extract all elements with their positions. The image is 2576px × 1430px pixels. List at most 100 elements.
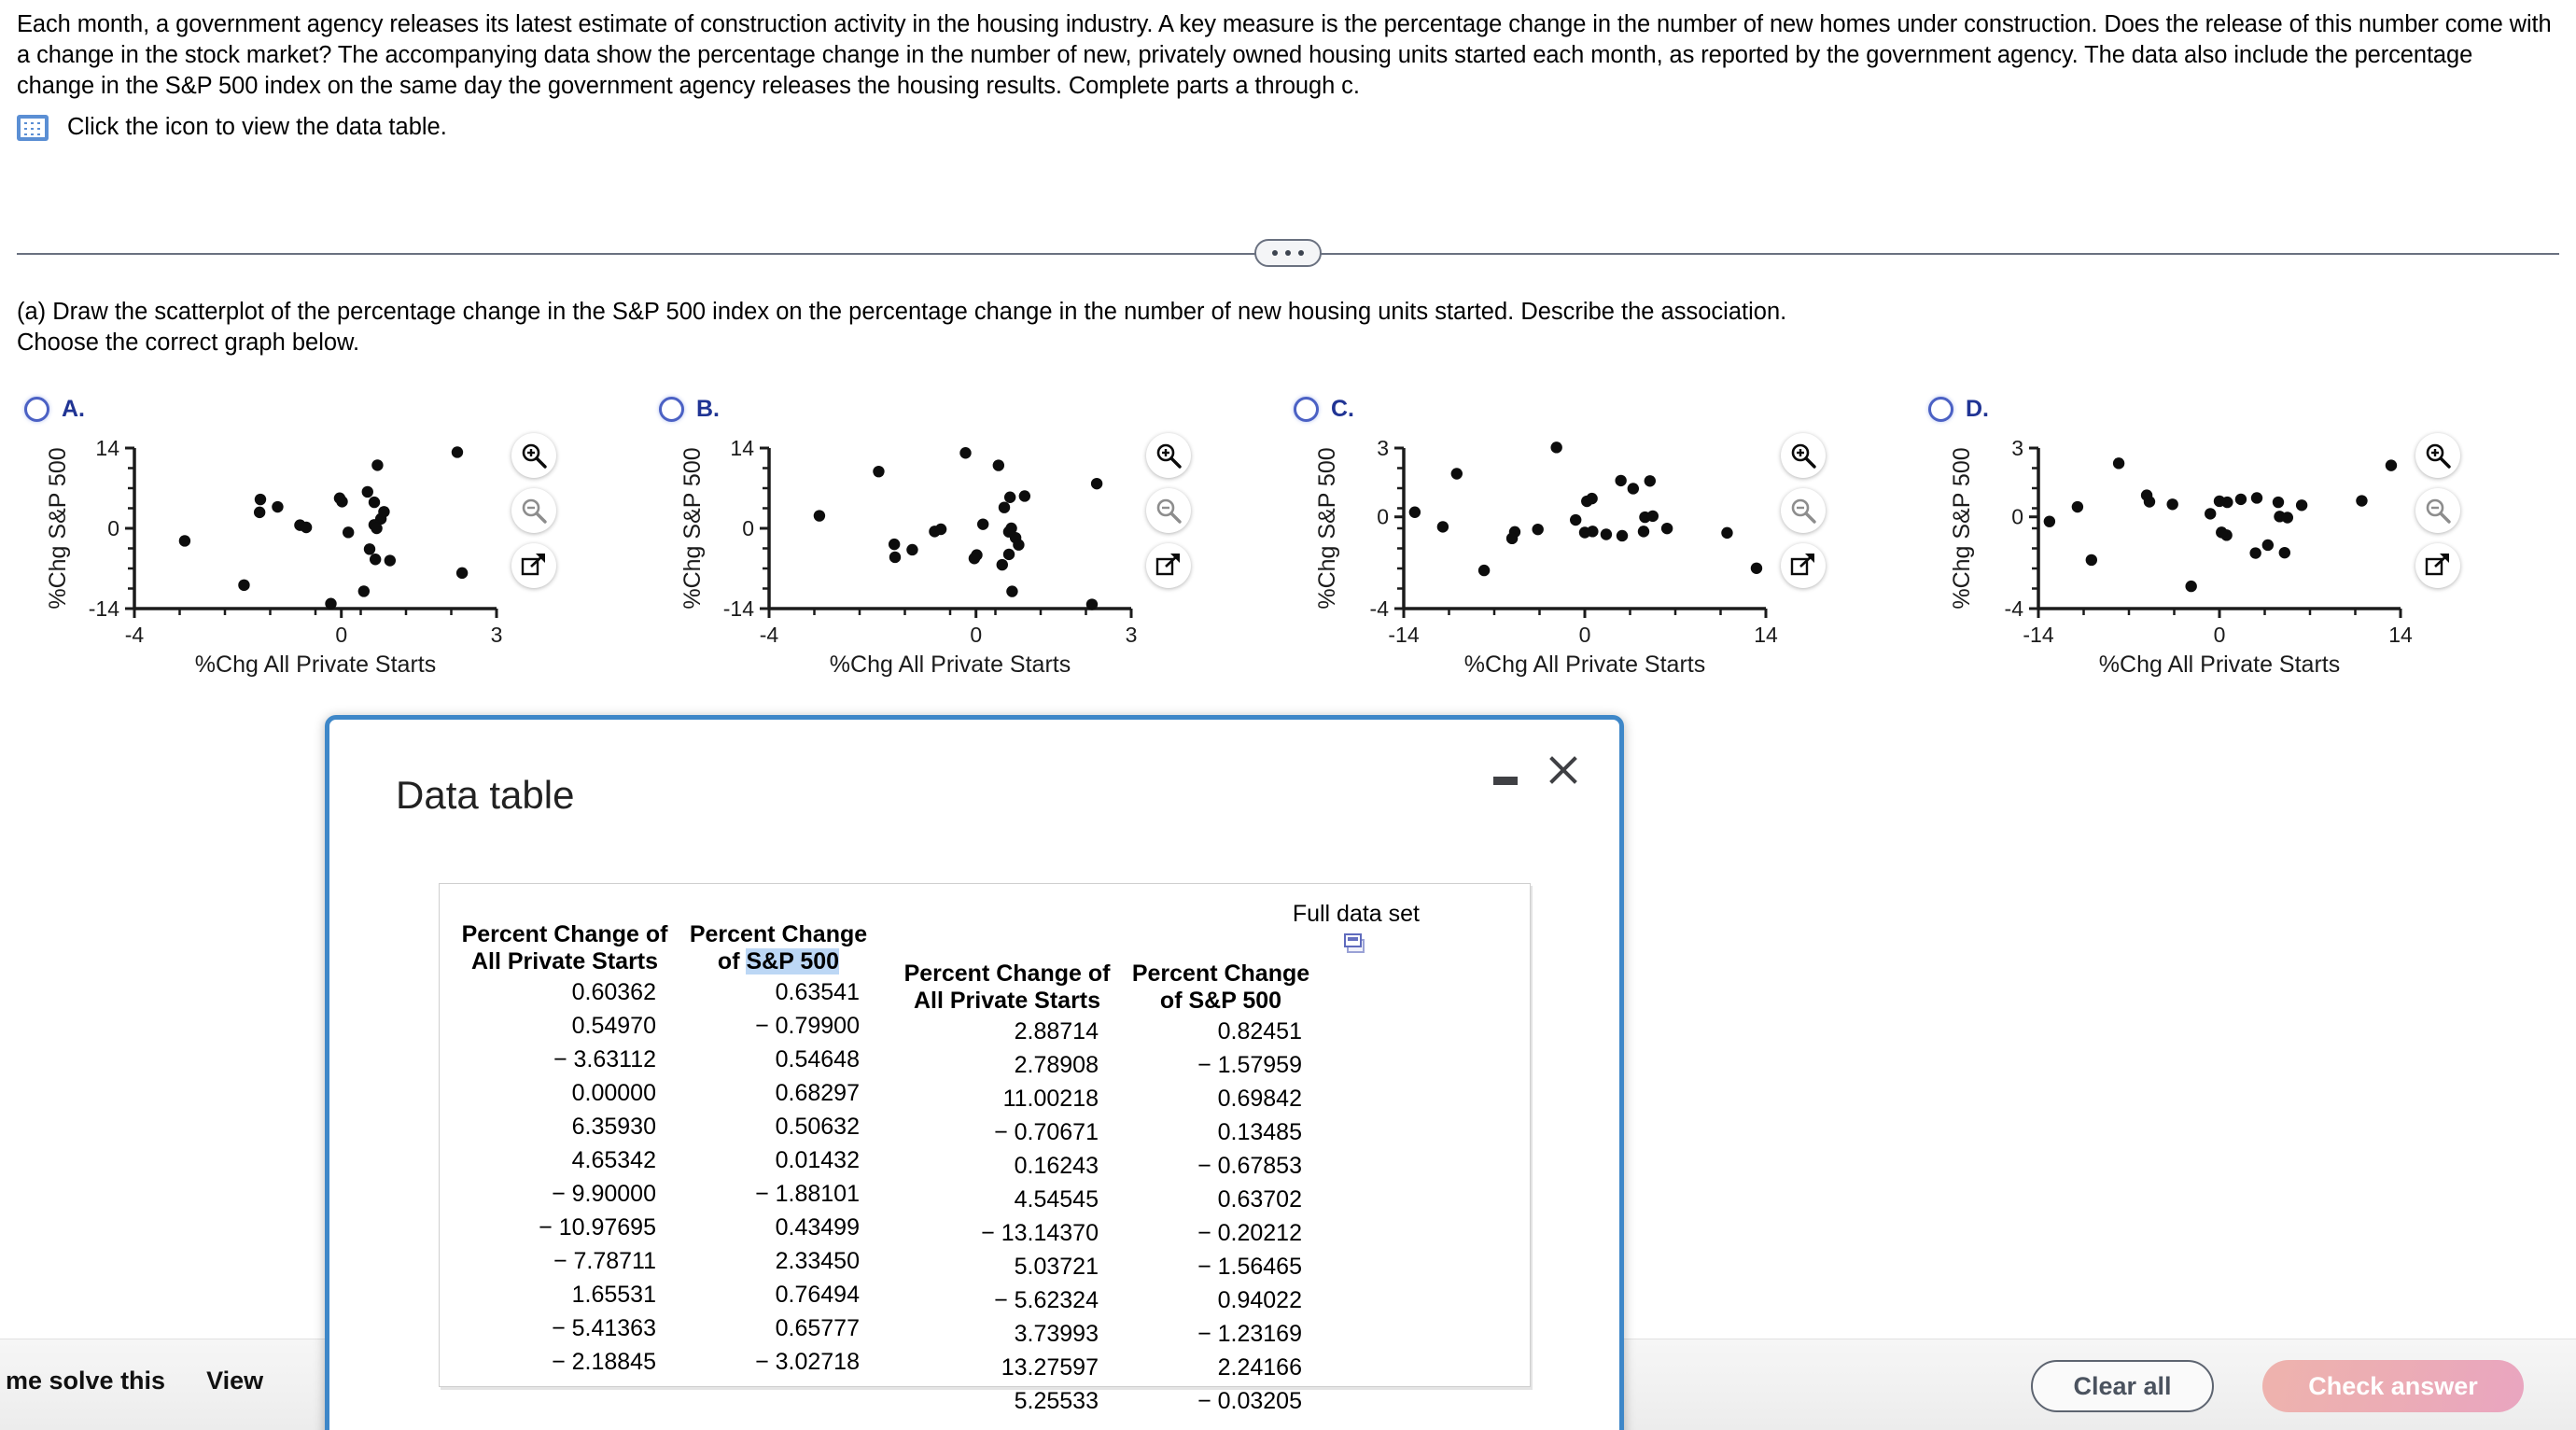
svg-text:-4: -4 [760,623,779,647]
dialog-title: Data table [396,773,575,817]
table-cell: 0.94022 [1217,1287,1302,1313]
svg-text:%Chg All Private Starts: %Chg All Private Starts [195,652,436,678]
ellipsis-dot [1285,250,1291,256]
svg-text:0: 0 [742,516,754,540]
part-a-prompt: (a) Draw the scatterplot of the percenta… [17,297,2537,358]
open-in-new-window-icon[interactable] [511,543,556,588]
data-table-block-1: Percent Change of All Private Starts 0.6… [453,921,880,1418]
header-line-1: Percent Change [1131,960,1310,987]
svg-text:0: 0 [1377,505,1389,529]
table-cell: 0.50632 [775,1114,860,1140]
table-cell: − 13.14370 [981,1220,1099,1246]
data-table-card: Full data set Percent Change of All Priv… [439,883,1531,1414]
table-cell: 0.54970 [571,1013,656,1039]
ellipsis-dot [1272,250,1278,256]
column-header-starts-1: Percent Change of All Private Starts [453,921,677,975]
svg-text:3: 3 [1126,623,1138,647]
zoom-out-icon[interactable] [1781,488,1826,533]
svg-text:-14: -14 [89,596,119,621]
zoom-in-icon[interactable] [1781,433,1826,478]
open-in-new-window-icon[interactable] [1781,543,1826,588]
help-me-solve-this-button[interactable]: o me solve this [0,1367,165,1395]
answer-choice-d-header[interactable]: D. [1928,396,1989,423]
table-cell: 11.00218 [1002,1086,1099,1112]
table-cell: − 0.70671 [994,1119,1099,1145]
answer-choice-c[interactable]: C. -14 0 14 -4 0 3 %Chg S&P 500 %Chg All Privat… [1277,392,1911,691]
answer-choice-c-letter: C. [1331,396,1354,422]
answer-choice-b-letter: B. [696,396,720,422]
svg-text:%Chg S&P 500: %Chg S&P 500 [679,447,706,609]
table-cell: 2.24166 [1217,1354,1302,1381]
dialog-body: Data table Full data set Percent Change … [334,724,1615,1430]
clear-all-button[interactable]: Clear all [2031,1360,2214,1412]
svg-text:0: 0 [107,516,119,540]
table-cell: 0.60362 [571,979,656,1005]
table-cell: 0.63702 [1217,1186,1302,1213]
table-cell: 2.88714 [1014,1018,1099,1044]
scatterplot-b: -4 0 3 -14 0 14 %Chg S&P 500 %Chg All Private S… [665,431,1150,681]
chart-tools-b [1146,433,1191,588]
dialog-window-controls [1493,752,1581,788]
open-in-new-window-icon[interactable] [1146,543,1191,588]
answer-choice-a-letter: A. [62,396,85,422]
column-sp500-2: Percent Change of S&P 500 0.82451 − 1.579… [1119,960,1323,1418]
radio-button-a[interactable] [24,397,49,422]
table-cell: − 1.56465 [1197,1254,1302,1280]
svg-text:-14: -14 [2023,623,2053,647]
svg-text:0: 0 [2214,623,2226,647]
table-cell: 0.00000 [571,1080,656,1106]
chart-tools-a [511,433,556,588]
table-cell: 0.76494 [775,1282,860,1308]
zoom-in-icon[interactable] [1146,433,1191,478]
svg-text:14: 14 [1754,623,1778,647]
table-cell: − 1.88101 [755,1181,860,1207]
data-table-launcher[interactable]: Click the icon to view the data table. [17,114,447,141]
table-cell: 13.27597 [1001,1354,1099,1381]
zoom-in-icon[interactable] [511,433,556,478]
table-cell: − 7.78711 [553,1248,656,1274]
table-cell: 0.68297 [775,1080,860,1106]
zoom-out-icon[interactable] [1146,488,1191,533]
svg-text:0: 0 [1579,623,1591,647]
scatterplot-c: -14 0 14 -4 0 3 %Chg S&P 500 %Chg All Private S… [1299,431,1785,681]
minimize-icon[interactable] [1493,776,1518,785]
svg-text:0: 0 [335,623,347,647]
table-cell: − 5.62324 [994,1287,1099,1313]
radio-button-c[interactable] [1294,397,1319,422]
table-cell: − 3.02718 [755,1349,860,1375]
table-cell: − 3.63112 [553,1046,656,1072]
table-cell: 0.82451 [1217,1018,1302,1044]
table-cell: − 0.20212 [1197,1220,1302,1246]
header-line-1: Percent Change of [903,960,1111,987]
ellipsis-dot [1298,250,1304,256]
svg-text:%Chg All Private Starts: %Chg All Private Starts [1464,652,1705,678]
answer-choice-a-header[interactable]: A. [24,396,85,423]
answer-choice-b-header[interactable]: B. [659,396,720,423]
answer-choice-d[interactable]: D. -14 0 14 -4 0 3 %Chg S&P 500 %Chg All Privat… [1911,392,2546,691]
answer-choice-b[interactable]: B. -4 0 3 -14 0 14 %Chg S&P 500 %Chg All Privat… [642,392,1277,691]
expand-ellipsis-button[interactable] [1254,239,1322,267]
header-line-2: All Private Starts [913,988,1101,1014]
table-cell: 4.65342 [571,1147,656,1173]
table-cell: 0.16243 [1014,1153,1099,1179]
zoom-out-icon[interactable] [511,488,556,533]
answer-choice-c-header[interactable]: C. [1294,396,1354,423]
open-in-new-window-icon[interactable] [2415,543,2460,588]
svg-text:%Chg All Private Starts: %Chg All Private Starts [830,652,1071,678]
svg-text:-4: -4 [1370,596,1390,621]
close-icon[interactable] [1546,752,1581,788]
table-cell: − 0.03205 [1197,1388,1302,1414]
view-button[interactable]: View [206,1367,263,1395]
table-cell: 5.25533 [1014,1388,1099,1414]
column-sp500-2-values: 0.82451 − 1.57959 0.69842 0.13485 − 0.67853 0… [1119,1015,1323,1418]
check-answer-button[interactable]: Check answer [2262,1360,2524,1412]
zoom-in-icon[interactable] [2415,433,2460,478]
zoom-out-icon[interactable] [2415,488,2460,533]
column-sp500-1-values: 0.63541 − 0.79900 0.54648 0.68297 0.50632 0.0… [677,975,880,1379]
radio-button-d[interactable] [1928,397,1953,422]
table-cell: 4.54545 [1014,1186,1099,1213]
answer-choice-a[interactable]: A. -4 0 3 -14 0 14 %Chg S&P 500 %Chg All Privat… [7,392,642,691]
grid-icon[interactable] [17,114,49,141]
table-cell: − 0.79900 [755,1013,860,1039]
radio-button-b[interactable] [659,397,684,422]
